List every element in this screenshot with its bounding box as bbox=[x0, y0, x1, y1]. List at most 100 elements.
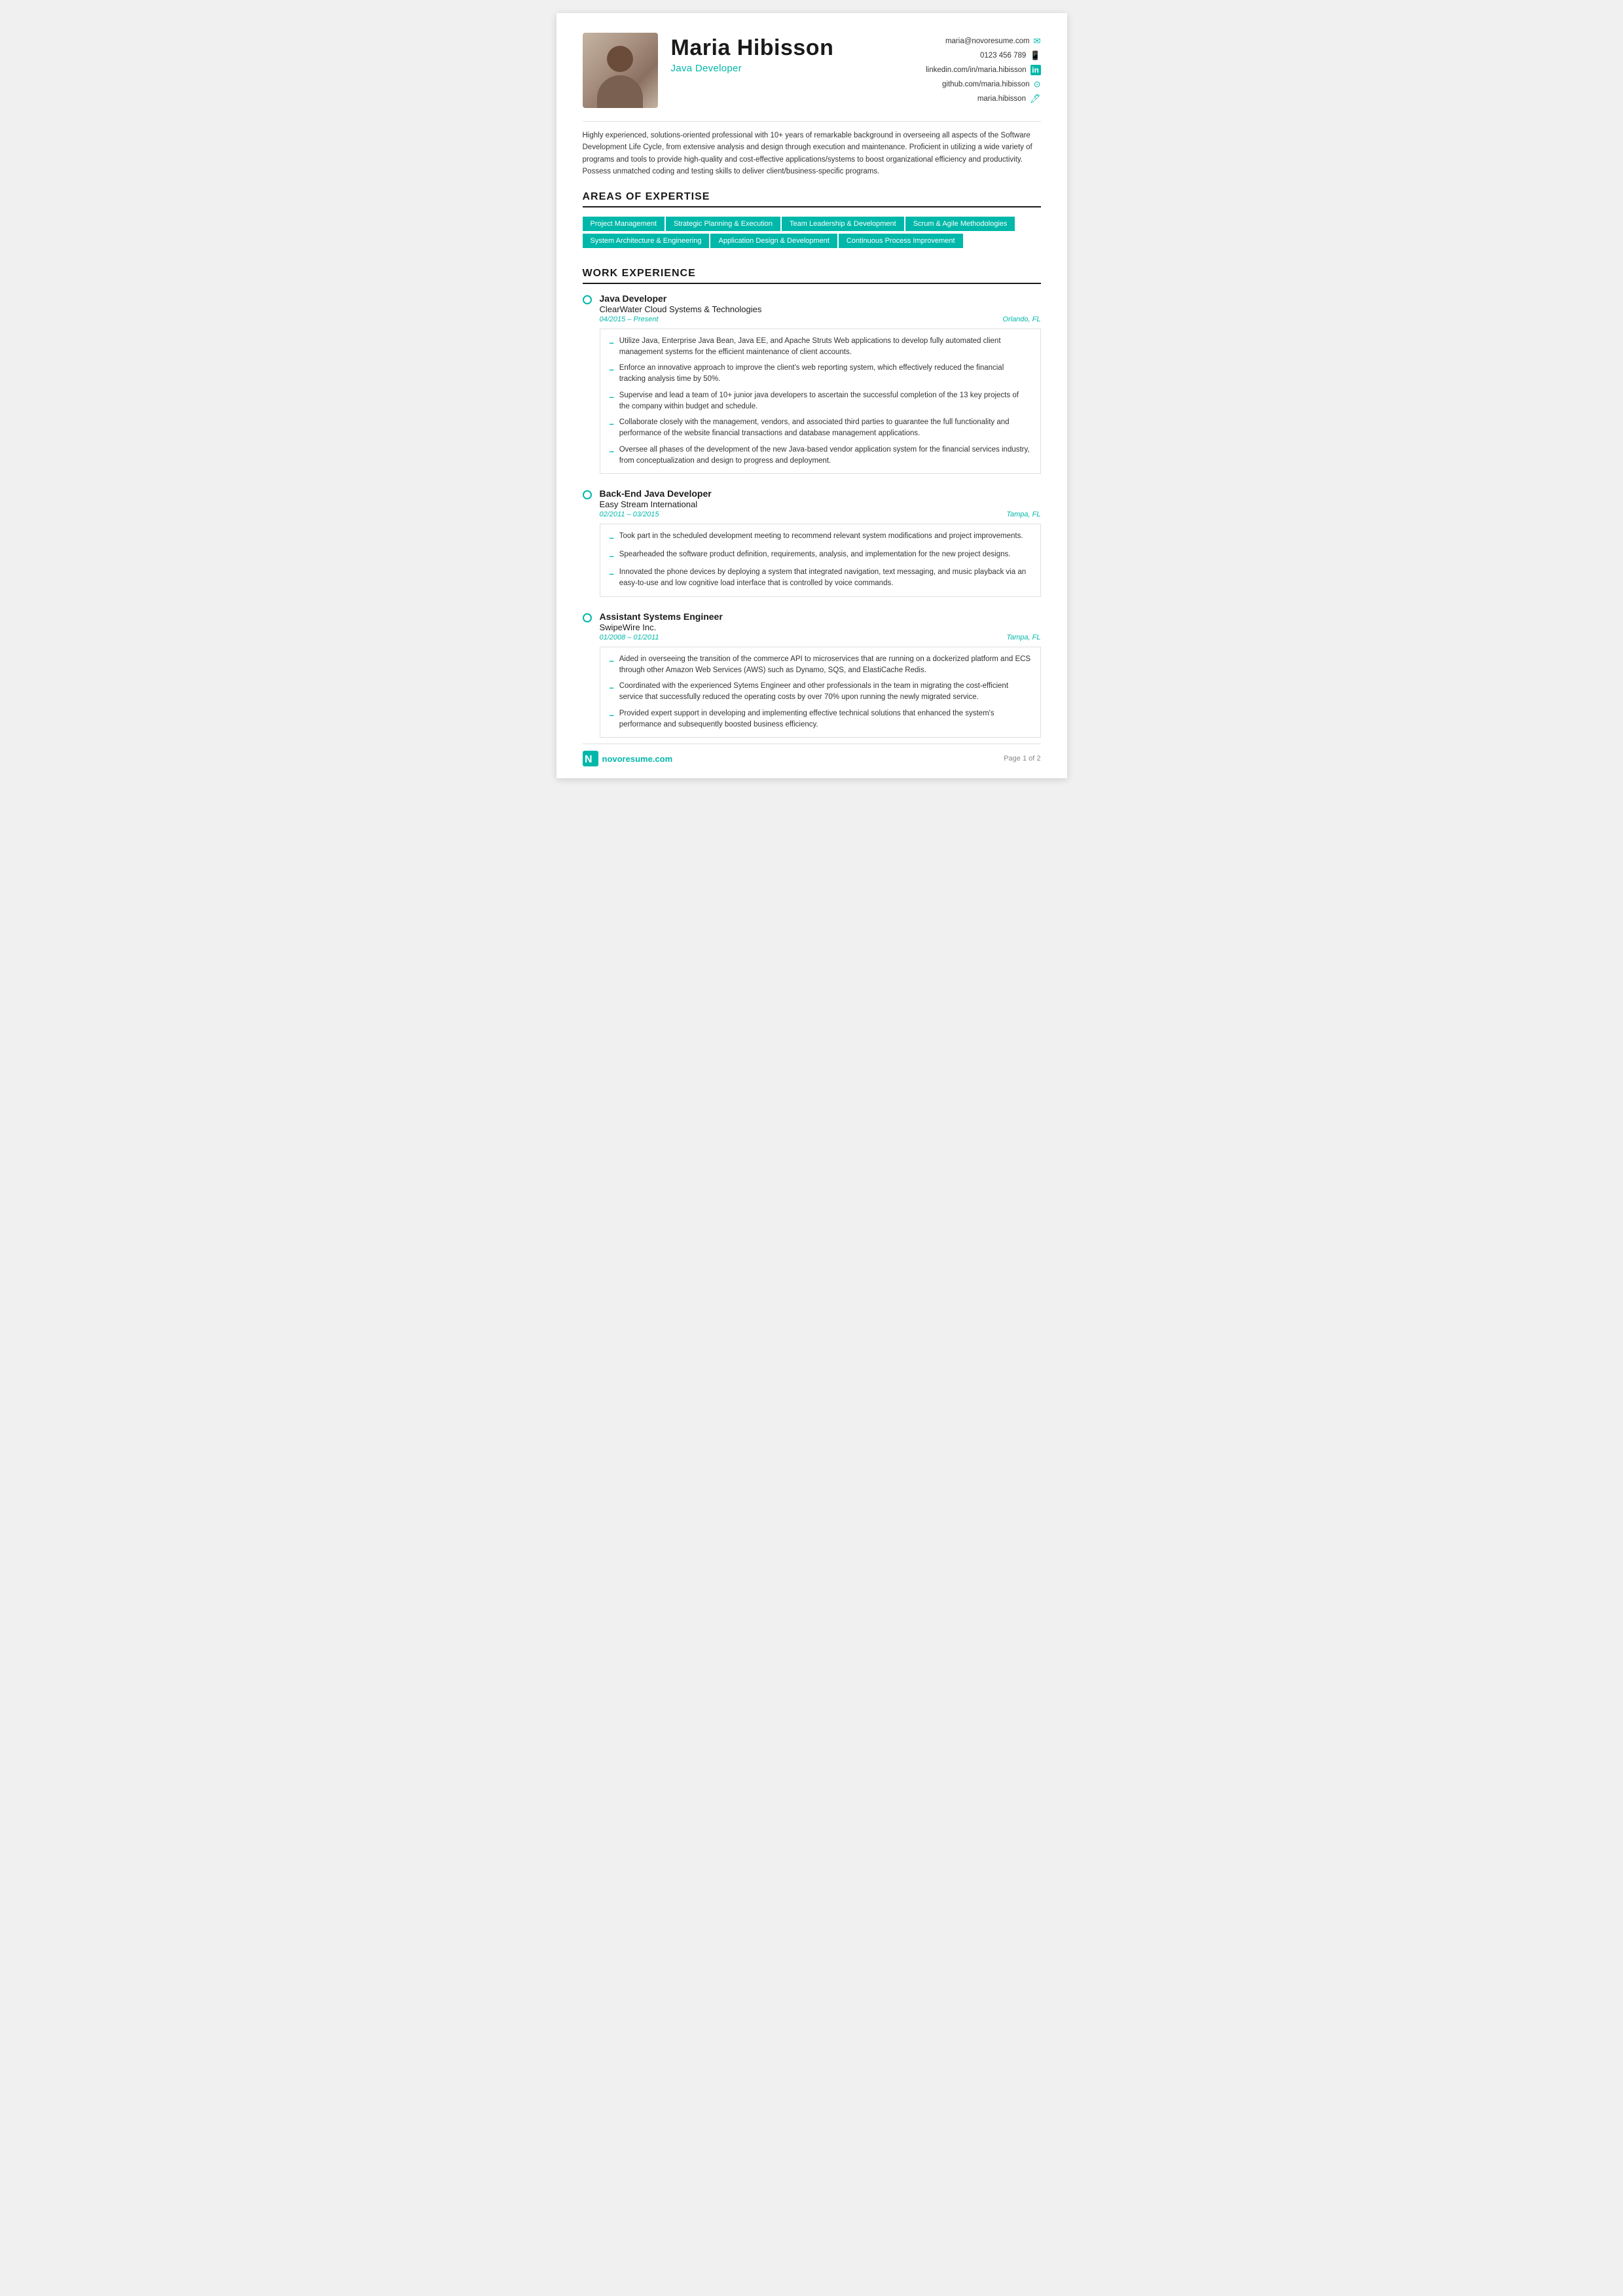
bullet-text: Oversee all phases of the development of… bbox=[619, 444, 1031, 467]
email-text: maria@novoresume.com bbox=[945, 37, 1030, 45]
job-meta-2: 02/2011 – 03/2015 Tampa, FL bbox=[600, 511, 1041, 518]
tag-team-leadership: Team Leadership & Development bbox=[782, 217, 904, 231]
job-entry-2: Back-End Java Developer Easy Stream Inte… bbox=[583, 488, 1041, 597]
bullet-text: Spearheaded the software product definit… bbox=[619, 549, 1011, 560]
bullet-text: Innovated the phone devices by deploying… bbox=[619, 567, 1031, 590]
bullet-dash: – bbox=[610, 681, 614, 694]
footer: N novoresume.com Page 1 of 2 bbox=[583, 744, 1041, 766]
website-icon: 🖊 bbox=[1030, 94, 1041, 104]
tag-system-architecture: System Architecture & Engineering bbox=[583, 234, 710, 248]
job-company-2: Easy Stream International bbox=[600, 499, 1041, 509]
tag-continuous-improvement: Continuous Process Improvement bbox=[839, 234, 963, 248]
job-bullets-3: – Aided in overseeing the transition of … bbox=[600, 647, 1041, 738]
job-company-3: SwipeWire Inc. bbox=[600, 622, 1041, 632]
job-info-3: Assistant Systems Engineer SwipeWire Inc… bbox=[600, 611, 1041, 641]
bullet-text: Coordinated with the experienced Sytems … bbox=[619, 681, 1031, 704]
phone-text: 0123 456 789 bbox=[980, 52, 1026, 60]
job-info-2: Back-End Java Developer Easy Stream Inte… bbox=[600, 488, 1041, 518]
github-contact: github.com/maria.hibisson ⊙ bbox=[926, 79, 1040, 90]
job-title-2: Back-End Java Developer bbox=[600, 488, 1041, 499]
expertise-tags-row2: System Architecture & Engineering Applic… bbox=[583, 234, 1041, 249]
phone-icon: 📱 bbox=[1030, 50, 1040, 61]
job-dates-1: 04/2015 – Present bbox=[600, 315, 659, 323]
footer-logo-text: novoresume.com bbox=[602, 754, 673, 764]
job-dates-2: 02/2011 – 03/2015 bbox=[600, 511, 659, 518]
tag-project-management: Project Management bbox=[583, 217, 665, 231]
github-text: github.com/maria.hibisson bbox=[942, 81, 1030, 88]
bullet-1-3: – Supervise and lead a team of 10+ junio… bbox=[610, 390, 1031, 413]
phone-contact: 0123 456 789 📱 bbox=[926, 50, 1040, 61]
expertise-title: AREAS OF EXPERTISE bbox=[583, 191, 1041, 207]
linkedin-contact: linkedin.com/in/maria.hibisson in bbox=[926, 65, 1040, 75]
bullet-dash: – bbox=[610, 531, 614, 545]
bullet-1-5: – Oversee all phases of the development … bbox=[610, 444, 1031, 467]
bullet-1-4: – Collaborate closely with the managemen… bbox=[610, 417, 1031, 440]
job-dot-col-3 bbox=[583, 611, 592, 622]
job-title-3: Assistant Systems Engineer bbox=[600, 611, 1041, 622]
bullet-1-1: – Utilize Java, Enterprise Java Bean, Ja… bbox=[610, 336, 1031, 359]
bullet-dash: – bbox=[610, 391, 614, 404]
email-icon: ✉ bbox=[1034, 36, 1041, 46]
job-location-2: Tampa, FL bbox=[1006, 511, 1040, 518]
job-dot-3 bbox=[583, 613, 592, 622]
summary-text: Highly experienced, solutions-oriented p… bbox=[583, 130, 1041, 178]
job-title-1: Java Developer bbox=[600, 293, 1041, 304]
job-bullets-1: – Utilize Java, Enterprise Java Bean, Ja… bbox=[600, 329, 1041, 475]
header: Maria Hibisson Java Developer maria@novo… bbox=[583, 33, 1041, 108]
job-header-2: Back-End Java Developer Easy Stream Inte… bbox=[583, 488, 1041, 518]
bullet-dash: – bbox=[610, 418, 614, 431]
linkedin-text: linkedin.com/in/maria.hibisson bbox=[926, 66, 1026, 74]
footer-logo: N novoresume.com bbox=[583, 751, 673, 766]
bullet-text: Took part in the scheduled development m… bbox=[619, 531, 1023, 542]
website-text: maria.hibisson bbox=[977, 95, 1026, 103]
bullet-text: Aided in overseeing the transition of th… bbox=[619, 654, 1031, 677]
resume-page: Maria Hibisson Java Developer maria@novo… bbox=[556, 13, 1067, 778]
job-entry-3: Assistant Systems Engineer SwipeWire Inc… bbox=[583, 611, 1041, 738]
job-entry-1: Java Developer ClearWater Cloud Systems … bbox=[583, 293, 1041, 475]
bullet-3-1: – Aided in overseeing the transition of … bbox=[610, 654, 1031, 677]
bullet-text: Enforce an innovative approach to improv… bbox=[619, 363, 1031, 386]
bullet-text: Provided expert support in developing an… bbox=[619, 708, 1031, 731]
candidate-title: Java Developer bbox=[671, 63, 913, 74]
tag-strategic-planning: Strategic Planning & Execution bbox=[666, 217, 780, 231]
bullet-2-2: – Spearheaded the software product defin… bbox=[610, 549, 1031, 563]
bullet-dash: – bbox=[610, 336, 614, 350]
bullet-text: Collaborate closely with the management,… bbox=[619, 417, 1031, 440]
bullet-3-2: – Coordinated with the experienced Sytem… bbox=[610, 681, 1031, 704]
github-icon: ⊙ bbox=[1034, 79, 1041, 90]
name-section: Maria Hibisson Java Developer bbox=[671, 33, 913, 74]
bullet-text: Supervise and lead a team of 10+ junior … bbox=[619, 390, 1031, 413]
bullet-dash: – bbox=[610, 567, 614, 581]
bullet-dash: – bbox=[610, 709, 614, 722]
contact-section: maria@novoresume.com ✉ 0123 456 789 📱 li… bbox=[926, 33, 1040, 108]
job-location-3: Tampa, FL bbox=[1006, 634, 1040, 641]
email-contact: maria@novoresume.com ✉ bbox=[926, 36, 1040, 46]
website-contact: maria.hibisson 🖊 bbox=[926, 94, 1040, 104]
tag-application-design: Application Design & Development bbox=[710, 234, 837, 248]
bullet-text: Utilize Java, Enterprise Java Bean, Java… bbox=[619, 336, 1031, 359]
novoresume-logo-icon: N bbox=[583, 751, 598, 766]
job-dot-2 bbox=[583, 490, 592, 499]
job-meta-1: 04/2015 – Present Orlando, FL bbox=[600, 315, 1041, 323]
candidate-name: Maria Hibisson bbox=[671, 36, 913, 60]
job-dot-col-1 bbox=[583, 293, 592, 304]
job-header-1: Java Developer ClearWater Cloud Systems … bbox=[583, 293, 1041, 323]
footer-page-number: Page 1 of 2 bbox=[1004, 755, 1040, 762]
header-divider bbox=[583, 121, 1041, 122]
linkedin-icon: in bbox=[1030, 65, 1041, 75]
work-experience-section: WORK EXPERIENCE Java Developer ClearWate… bbox=[583, 268, 1041, 738]
job-bullets-2: – Took part in the scheduled development… bbox=[600, 524, 1041, 597]
avatar bbox=[583, 33, 658, 108]
svg-text:N: N bbox=[585, 754, 593, 765]
bullet-2-1: – Took part in the scheduled development… bbox=[610, 531, 1031, 545]
job-header-3: Assistant Systems Engineer SwipeWire Inc… bbox=[583, 611, 1041, 641]
job-meta-3: 01/2008 – 01/2011 Tampa, FL bbox=[600, 634, 1041, 641]
bullet-dash: – bbox=[610, 550, 614, 563]
work-experience-title: WORK EXPERIENCE bbox=[583, 268, 1041, 284]
bullet-3-3: – Provided expert support in developing … bbox=[610, 708, 1031, 731]
tag-scrum: Scrum & Agile Methodologies bbox=[905, 217, 1015, 231]
job-company-1: ClearWater Cloud Systems & Technologies bbox=[600, 304, 1041, 314]
job-info-1: Java Developer ClearWater Cloud Systems … bbox=[600, 293, 1041, 323]
bullet-dash: – bbox=[610, 655, 614, 668]
bullet-2-3: – Innovated the phone devices by deployi… bbox=[610, 567, 1031, 590]
